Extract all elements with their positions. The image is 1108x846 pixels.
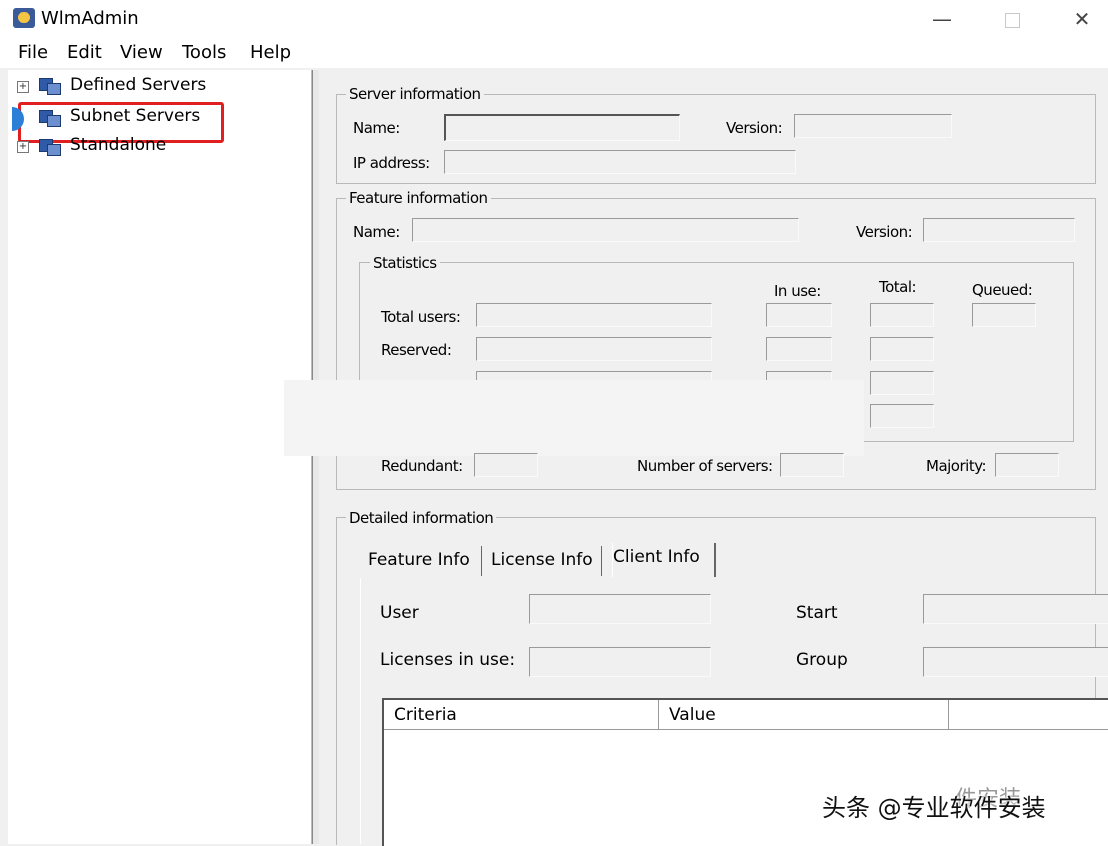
ip-address-field[interactable]	[444, 150, 796, 174]
minimize-button[interactable]: —	[920, 6, 964, 32]
total-users-in-use-field[interactable]	[766, 303, 832, 327]
number-of-servers-label: Number of servers:	[637, 457, 773, 475]
total-users-label: Total users:	[381, 308, 461, 326]
licenses-in-use-label: Licenses in use:	[380, 650, 516, 670]
watermark: 头条 @专业软件安装	[822, 794, 1046, 822]
column-value[interactable]: Value	[659, 700, 949, 730]
column-empty	[949, 700, 1108, 730]
total-users-field[interactable]	[476, 303, 712, 327]
feature-version-field[interactable]	[923, 218, 1075, 242]
tab-client-info[interactable]: Client Info	[612, 543, 716, 577]
servers-icon	[37, 76, 61, 95]
menu-help[interactable]: Help	[250, 42, 291, 63]
redundant-field[interactable]	[474, 453, 538, 477]
total-header: Total:	[879, 278, 917, 296]
feature-version-label: Version:	[856, 223, 913, 241]
start-label: Start	[796, 603, 838, 623]
menu-bar	[0, 38, 1108, 68]
user-label: User	[380, 603, 419, 623]
user-field[interactable]	[529, 594, 711, 624]
ip-address-label: IP address:	[353, 154, 430, 172]
group-title: Statistics	[370, 254, 440, 272]
in-use-header: In use:	[774, 282, 821, 300]
total-users-queued-field[interactable]	[972, 303, 1036, 327]
total-users-total-field[interactable]	[870, 303, 934, 327]
server-name-field[interactable]	[444, 114, 680, 141]
menu-view[interactable]: View	[120, 42, 163, 63]
expand-icon[interactable]: +	[17, 141, 29, 153]
number-of-servers-field[interactable]	[780, 453, 844, 477]
feature-name-field[interactable]	[412, 218, 799, 242]
maximize-icon	[1004, 13, 1020, 28]
maximize-button[interactable]	[990, 6, 1034, 32]
server-version-label: Version:	[726, 119, 783, 137]
reserved-total-field[interactable]	[870, 337, 934, 361]
tab-feature-info[interactable]: Feature Info	[368, 550, 470, 570]
tab-separator	[601, 546, 602, 576]
server-name-label: Name:	[353, 119, 400, 137]
app-icon	[13, 8, 35, 28]
majority-field[interactable]	[995, 453, 1059, 477]
group-title: Feature information	[346, 189, 491, 207]
group-label: Group	[796, 650, 848, 670]
server-tree[interactable]	[8, 70, 312, 844]
tab-license-info[interactable]: License Info	[491, 550, 593, 570]
blurred-region	[284, 380, 864, 456]
menu-edit[interactable]: Edit	[67, 42, 102, 63]
group-title: Detailed information	[346, 509, 497, 527]
reserved-in-use-field[interactable]	[766, 337, 832, 361]
close-button[interactable]: ✕	[1060, 6, 1104, 32]
stat-row3-total-field[interactable]	[870, 371, 934, 395]
window-title: WlmAdmin	[41, 8, 139, 29]
tab-separator	[481, 546, 482, 576]
tree-item-defined-servers[interactable]: Defined Servers	[70, 75, 206, 95]
pane-splitter[interactable]	[312, 70, 319, 844]
feature-name-label: Name:	[353, 223, 400, 241]
group-field[interactable]	[923, 647, 1108, 677]
queued-header: Queued:	[972, 281, 1033, 299]
menu-file[interactable]: File	[18, 42, 48, 63]
majority-label: Majority:	[926, 457, 987, 475]
redundant-label: Redundant:	[381, 457, 463, 475]
server-version-field[interactable]	[794, 114, 952, 138]
tree-item-standalone[interactable]: Standalone	[70, 135, 166, 155]
menu-tools[interactable]: Tools	[182, 42, 226, 63]
column-criteria[interactable]: Criteria	[384, 700, 659, 730]
expand-icon[interactable]: +	[17, 81, 29, 93]
group-title: Server information	[346, 85, 484, 103]
reserved-field[interactable]	[476, 337, 712, 361]
stat-row4-total-field[interactable]	[870, 404, 934, 428]
reserved-label: Reserved:	[381, 341, 452, 359]
servers-icon	[37, 137, 61, 156]
licenses-in-use-field[interactable]	[529, 647, 711, 677]
start-field[interactable]	[923, 594, 1108, 624]
